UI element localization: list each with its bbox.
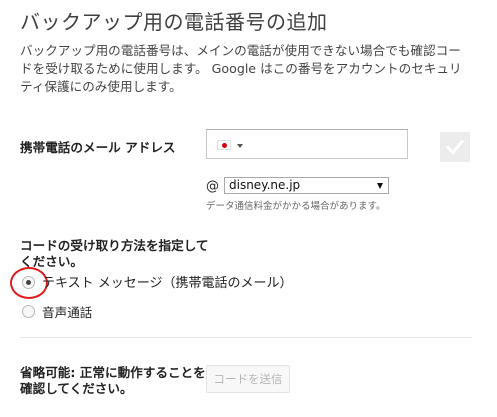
at-symbol: @ bbox=[206, 179, 219, 194]
phone-input[interactable] bbox=[206, 129, 408, 159]
radio-voice-call-label[interactable]: 音声通話 bbox=[42, 302, 92, 321]
verify-label: 省略可能: 正常に動作することを確認してください。 bbox=[20, 365, 206, 396]
send-code-button[interactable]: コードを送信 bbox=[206, 365, 290, 393]
chevron-down-icon[interactable] bbox=[237, 144, 243, 148]
email-domain-select[interactable]: disney.ne.jp bbox=[224, 177, 389, 194]
divider bbox=[20, 337, 472, 338]
checkmark-icon bbox=[445, 139, 465, 155]
radio-voice-call[interactable] bbox=[22, 305, 35, 318]
confirm-phone-button[interactable] bbox=[440, 132, 470, 162]
dropdown-arrow-icon bbox=[377, 183, 383, 189]
data-fee-note: データ通信料金がかかる場合があります。 bbox=[206, 201, 386, 212]
page-description: バックアップ用の電話番号は、メインの電話が使用できない場合でも確認コードを受け取… bbox=[20, 43, 462, 94]
radio-text-message[interactable] bbox=[22, 276, 35, 289]
phone-field-label: 携帯電話のメール アドレス bbox=[20, 140, 176, 155]
radio-text-message-label[interactable]: テキスト メッセージ（携帯電話のメール） bbox=[42, 272, 292, 291]
email-domain-selected: disney.ne.jp bbox=[229, 178, 301, 192]
japan-flag-icon[interactable] bbox=[217, 140, 231, 150]
page-title: バックアップ用の電話番号の追加 bbox=[20, 10, 328, 34]
delivery-method-label: コードの受け取り方法を指定してください。 bbox=[20, 238, 209, 269]
